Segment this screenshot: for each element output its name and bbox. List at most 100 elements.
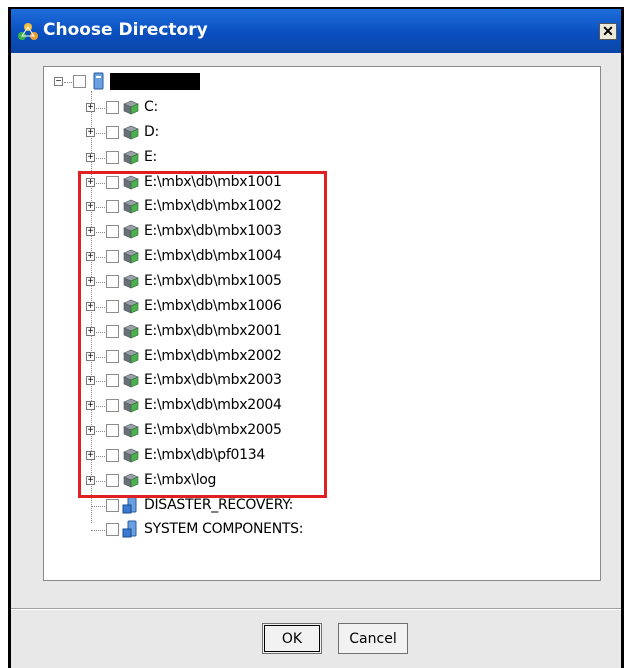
tree-item[interactable]: + E:\mbx\db\mbx1002 — [44, 196, 364, 218]
expand-icon[interactable]: + — [86, 302, 95, 312]
tree-item-label: C: — [144, 99, 158, 115]
tree-item-checkbox[interactable] — [106, 200, 119, 213]
tree-item-checkbox[interactable] — [106, 499, 119, 512]
drive-icon — [123, 373, 139, 388]
tree-item-label: E:\mbx\db\mbx1005 — [144, 273, 282, 289]
expand-icon[interactable]: + — [86, 401, 95, 411]
tree-item-label: E:\mbx\db\mbx2001 — [144, 323, 282, 339]
tree-item-label: E:\mbx\log — [144, 472, 217, 488]
drive-icon — [123, 150, 139, 165]
tree-item-checkbox[interactable] — [106, 126, 119, 139]
expand-icon[interactable]: + — [86, 426, 95, 436]
drive-icon — [123, 249, 139, 264]
tree-item-label: E:\mbx\db\mbx1006 — [144, 298, 282, 314]
expand-icon[interactable]: + — [86, 277, 95, 287]
tree-item[interactable]: + E:\mbx\db\mbx2003 — [44, 370, 364, 392]
tree-item[interactable]: + E:\mbx\db\mbx2001 — [44, 321, 364, 343]
expand-icon[interactable]: + — [86, 128, 95, 138]
tree-item[interactable]: + C: — [44, 97, 364, 119]
drive-icon — [123, 224, 139, 239]
tree-item[interactable]: + E:\mbx\db\mbx2004 — [44, 395, 364, 417]
expand-icon[interactable]: + — [86, 202, 95, 212]
tree-item-label: E:\mbx\db\mbx1001 — [144, 174, 282, 190]
tree-connector — [96, 481, 105, 482]
tree-item-label: E:\mbx\db\pf0134 — [144, 447, 265, 463]
tree-item[interactable]: + D: — [44, 122, 364, 144]
expand-icon[interactable]: + — [86, 252, 95, 262]
tree-item-label: E:\mbx\db\mbx2003 — [144, 372, 282, 388]
expand-icon[interactable]: + — [86, 227, 95, 237]
tree-item-checkbox[interactable] — [106, 225, 119, 238]
tree-connector — [96, 357, 105, 358]
tree-item-checkbox[interactable] — [106, 424, 119, 437]
tree-item-label: E: — [144, 149, 157, 165]
tree-item-checkbox[interactable] — [106, 474, 119, 487]
tree-item-checkbox[interactable] — [106, 449, 119, 462]
tree-connector — [96, 207, 105, 208]
tree-item-checkbox[interactable] — [106, 325, 119, 338]
tree-item[interactable]: + E:\mbx\db\mbx1003 — [44, 221, 364, 243]
expand-icon[interactable]: + — [86, 376, 95, 386]
tree-item-checkbox[interactable] — [106, 151, 119, 164]
tree-item-checkbox[interactable] — [106, 275, 119, 288]
dialog-title: Choose Directory — [43, 20, 208, 40]
tree-item[interactable]: + E:\mbx\db\pf0134 — [44, 445, 364, 467]
root-checkbox[interactable] — [73, 75, 86, 88]
close-icon: ✕ — [602, 23, 614, 39]
expand-icon[interactable]: + — [86, 153, 95, 163]
cancel-button[interactable]: Cancel — [338, 623, 408, 654]
app-icon — [18, 23, 38, 40]
tree-connector — [96, 307, 105, 308]
tree-item-checkbox[interactable] — [106, 350, 119, 363]
expand-icon[interactable]: + — [86, 178, 95, 188]
tree-item-checkbox[interactable] — [106, 374, 119, 387]
tree-connector — [96, 183, 105, 184]
expand-icon[interactable]: + — [86, 451, 95, 461]
title-bar[interactable]: Choose Directory ✕ — [11, 9, 621, 53]
tree-item-checkbox[interactable] — [106, 101, 119, 114]
tree-item-checkbox[interactable] — [106, 399, 119, 412]
tree-connector — [64, 82, 72, 83]
tree-connector — [96, 381, 105, 382]
drive-icon — [123, 324, 139, 339]
tree-item-checkbox[interactable] — [106, 300, 119, 313]
drive-icon — [123, 125, 139, 140]
tree-item[interactable]: + E:\mbx\db\mbx1005 — [44, 271, 364, 293]
drive-icon — [123, 100, 139, 115]
drive-icon — [123, 473, 139, 488]
tree-item[interactable]: SYSTEM COMPONENTS: — [44, 519, 364, 541]
directory-tree[interactable]: − + C: + D: + E: + E:\mbx\db\mbx1001 + E:\mbx\db\… — [43, 66, 601, 581]
tree-item-label: E:\mbx\db\mbx1004 — [144, 248, 282, 264]
tree-item[interactable]: + E:\mbx\db\mbx1001 — [44, 172, 364, 194]
expand-icon[interactable]: + — [86, 352, 95, 362]
tree-item[interactable]: + E:\mbx\db\mbx2005 — [44, 420, 364, 442]
tree-item-label: DISASTER_RECOVERY: — [144, 497, 294, 513]
tree-item[interactable]: + E:\mbx\db\mbx2002 — [44, 346, 364, 368]
drive-icon — [123, 175, 139, 190]
system-icon — [122, 520, 137, 538]
tree-item[interactable]: + E: — [44, 147, 364, 169]
tree-item[interactable]: DISASTER_RECOVERY: — [44, 495, 364, 517]
tree-item-label: E:\mbx\db\mbx2002 — [144, 348, 282, 364]
tree-root[interactable]: − — [44, 71, 344, 93]
close-button[interactable]: ✕ — [599, 23, 617, 40]
tree-item-label: E:\mbx\db\mbx1003 — [144, 223, 282, 239]
collapse-icon[interactable]: − — [54, 77, 63, 87]
tree-item[interactable]: + E:\mbx\log — [44, 470, 364, 492]
tree-item-checkbox[interactable] — [106, 523, 119, 536]
separator — [11, 608, 621, 610]
choose-directory-dialog: Choose Directory ✕ − + C: + D: + E: + E:\mbx\db… — [8, 7, 624, 668]
ok-button[interactable]: OK — [262, 623, 322, 654]
tree-connector — [91, 506, 105, 507]
expand-icon[interactable]: + — [86, 476, 95, 486]
expand-icon[interactable]: + — [86, 327, 95, 337]
tree-item-checkbox[interactable] — [106, 176, 119, 189]
tree-item[interactable]: + E:\mbx\db\mbx1004 — [44, 246, 364, 268]
tree-item-checkbox[interactable] — [106, 250, 119, 263]
tree-connector — [96, 232, 105, 233]
drive-icon — [123, 274, 139, 289]
expand-icon[interactable]: + — [86, 103, 95, 113]
tree-item-label: E:\mbx\db\mbx1002 — [144, 198, 282, 214]
tree-connector — [96, 257, 105, 258]
tree-item[interactable]: + E:\mbx\db\mbx1006 — [44, 296, 364, 318]
